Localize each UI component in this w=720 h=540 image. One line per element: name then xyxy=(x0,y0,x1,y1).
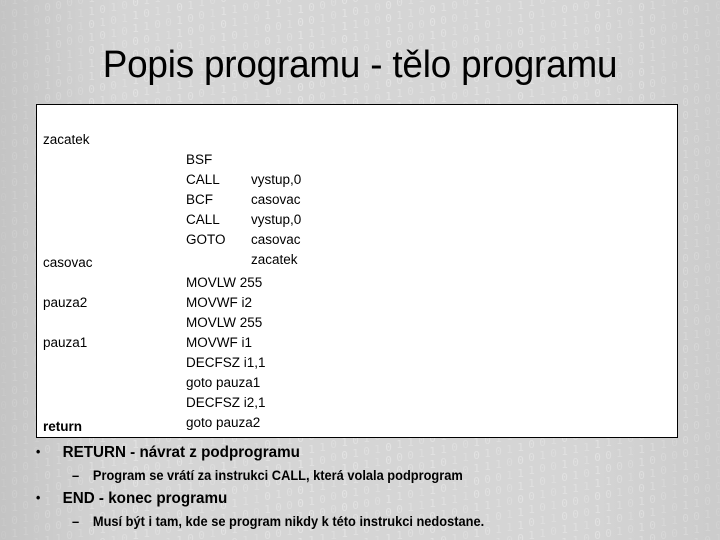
bullet-text: Musí být i tam, kde se program nikdy k t… xyxy=(92,514,485,529)
bullet-list: • RETURN - návrat z podprogramu – Program … xyxy=(0,440,720,540)
code-mnemonic: CALL xyxy=(186,212,220,227)
bullet-subitem-return-detail: – Program se vrátí za instrukci CALL, kte… xyxy=(72,468,463,483)
code-row: GOTO zacatek xyxy=(37,190,677,267)
code-row: goto pauza2 xyxy=(37,373,677,430)
slide-root: 1 0 0 1 0 1 1 0 0 1 0 1 0 1 0 0 1 0 1 1 … xyxy=(0,0,720,540)
code-row: BCF vystup,0 xyxy=(37,150,677,227)
code-label: end xyxy=(43,437,67,438)
bullet-marker-icon: • xyxy=(36,490,41,505)
code-row-end: end xyxy=(37,417,677,437)
code-row: casovac MOVLW 255 xyxy=(37,233,677,290)
code-operand: vystup,0 xyxy=(251,212,302,227)
code-row: MOVWF i1 xyxy=(37,293,677,350)
code-listing-area: zacatek BSF vystup,0 CALL casovac BCF vy… xyxy=(37,105,677,437)
code-row: MOVWF i2 xyxy=(37,253,677,310)
bullet-subitem-end-detail: – Musí být i tam, kde se program nikdy k … xyxy=(72,514,484,529)
code-row: CALL casovac xyxy=(37,130,677,207)
dash-marker-icon: – xyxy=(72,514,80,529)
code-row: pauza1 DECFSZ i1,1 xyxy=(37,313,677,370)
bullet-text: Program se vrátí za instrukci CALL, kter… xyxy=(92,468,463,483)
code-row: goto pauza1 xyxy=(37,333,677,390)
code-row: CALL casovac xyxy=(37,170,677,247)
bullet-item-end: • END - konec programu xyxy=(36,490,227,508)
code-row-return: return xyxy=(37,397,677,434)
page-title: Popis programu - tělo programu xyxy=(102,44,618,86)
code-row: zacatek BSF vystup,0 xyxy=(37,110,677,187)
bullet-item-return: • RETURN - návrat z podprogramu xyxy=(36,444,300,462)
code-listing-box: zacatek BSF vystup,0 CALL casovac BCF vy… xyxy=(36,104,678,438)
bullet-marker-icon: • xyxy=(36,444,41,459)
code-row: DECFSZ i2,1 xyxy=(37,353,677,410)
dash-marker-icon: – xyxy=(72,468,80,483)
code-row: pauza2 MOVLW 255 xyxy=(37,273,677,330)
bullet-text: RETURN - návrat z podprogramu xyxy=(62,444,300,461)
bullet-text: END - konec programu xyxy=(62,490,228,507)
